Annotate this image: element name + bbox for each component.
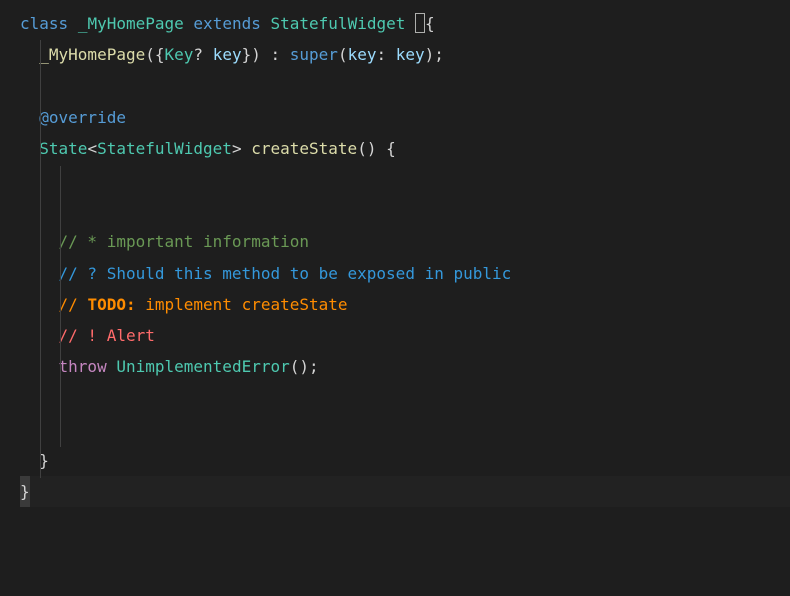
comment-todo-text: implement createState — [136, 295, 348, 314]
constructor-name: _MyHomePage — [39, 45, 145, 64]
comment-todo-keyword: TODO: — [87, 295, 135, 314]
method-parens: () — [357, 139, 376, 158]
code-line-2[interactable]: _MyHomePage({Key? key}) : super(key: key… — [20, 39, 790, 70]
method-brace-open: { — [376, 139, 395, 158]
keyword-super: super — [290, 45, 338, 64]
paren-close: }) — [242, 45, 261, 64]
super-paren-open: ( — [338, 45, 348, 64]
code-line-4[interactable]: @override — [20, 102, 790, 133]
initializer-colon: : — [261, 45, 290, 64]
key-type: Key — [165, 45, 194, 64]
error-type: UnimplementedError — [116, 357, 289, 376]
paren-open: ({ — [145, 45, 164, 64]
method-name: createState — [251, 139, 357, 158]
keyword-class: class — [20, 14, 68, 33]
code-line-15[interactable]: } — [20, 445, 790, 476]
return-type: State — [39, 139, 87, 158]
code-line-1[interactable]: class _MyHomePage extends StatefulWidget… — [20, 8, 790, 39]
named-label: key — [348, 45, 377, 64]
keyword-extends: extends — [193, 14, 260, 33]
generic-close: > — [232, 139, 242, 158]
parent-class: StatefulWidget — [271, 14, 406, 33]
indent-guide-2 — [60, 166, 61, 447]
generic-open: < — [87, 139, 97, 158]
cursor-indicator — [415, 13, 425, 33]
code-line-16[interactable]: } — [20, 476, 790, 507]
code-line-3-blank[interactable] — [20, 70, 790, 101]
error-parens: (); — [290, 357, 319, 376]
code-line-13-blank[interactable] — [20, 382, 790, 413]
override-annotation: @override — [39, 108, 126, 127]
code-line-9[interactable]: // ? Should this method to be exposed in… — [20, 258, 790, 289]
code-line-10[interactable]: // TODO: implement createState — [20, 289, 790, 320]
super-paren-close: ); — [425, 45, 444, 64]
code-line-5[interactable]: State<StatefulWidget> createState() { — [20, 133, 790, 164]
keyword-throw: throw — [59, 357, 107, 376]
nullable-marker: ? — [193, 45, 203, 64]
code-line-11[interactable]: // ! Alert — [20, 320, 790, 351]
code-line-8[interactable]: // * important information — [20, 226, 790, 257]
code-editor[interactable]: class _MyHomePage extends StatefulWidget… — [0, 8, 790, 507]
named-colon: : — [376, 45, 395, 64]
brace-open: { — [425, 14, 435, 33]
code-line-12[interactable]: throw UnimplementedError(); — [20, 351, 790, 382]
key-param: key — [213, 45, 242, 64]
indent-guide-1 — [40, 40, 41, 478]
named-val: key — [396, 45, 425, 64]
comment-question: // ? Should this method to be exposed in… — [59, 264, 512, 283]
code-line-14-blank[interactable] — [20, 413, 790, 444]
generic-type: StatefulWidget — [97, 139, 232, 158]
code-line-7-blank[interactable] — [20, 195, 790, 226]
comment-important: // * important information — [59, 232, 309, 251]
code-line-6-blank[interactable] — [20, 164, 790, 195]
comment-todo-prefix: // — [59, 295, 88, 314]
class-name: _MyHomePage — [78, 14, 184, 33]
class-brace-close: } — [20, 476, 30, 507]
comment-alert: // ! Alert — [59, 326, 155, 345]
